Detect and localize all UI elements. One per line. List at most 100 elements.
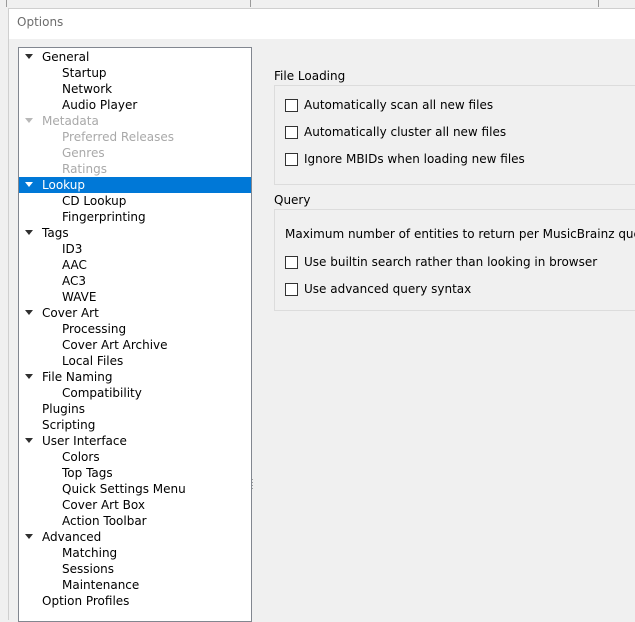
tree-item-ac3[interactable]: AC3 (19, 273, 251, 289)
tree-item-tags[interactable]: Tags (19, 225, 251, 241)
window-title: Options (17, 15, 64, 29)
expand-arrow-icon[interactable] (25, 230, 33, 235)
tree-item-label: Quick Settings Menu (62, 482, 186, 496)
tree-item-user-interface[interactable]: User Interface (19, 433, 251, 449)
edge-tick (250, 0, 251, 7)
title-bar: Options (9, 9, 635, 39)
tree-item-label: User Interface (42, 434, 127, 448)
advanced-syntax-label: Use advanced query syntax (304, 282, 472, 296)
tree-item-label: Lookup (42, 178, 85, 192)
tree-item-network[interactable]: Network (19, 81, 251, 97)
tree-item-label: Maintenance (62, 578, 140, 592)
tree-item-label: Option Profiles (42, 594, 130, 608)
expand-arrow-icon[interactable] (25, 534, 33, 539)
tree-item-label: Plugins (42, 402, 85, 416)
tree-item-fingerprinting[interactable]: Fingerprinting (19, 209, 251, 225)
background-window-edge (0, 0, 635, 8)
max-entities-label: Maximum number of entities to return per… (285, 227, 635, 241)
expand-arrow-icon[interactable] (25, 438, 33, 443)
tree-item-sessions[interactable]: Sessions (19, 561, 251, 577)
tree-item-metadata: Metadata (19, 113, 251, 129)
tree-item-label: Cover Art Box (62, 498, 145, 512)
tree-item-option-profiles[interactable]: Option Profiles (19, 593, 251, 609)
tree-item-audio-player[interactable]: Audio Player (19, 97, 251, 113)
tree-item-maintenance[interactable]: Maintenance (19, 577, 251, 593)
tree-item-label: General (42, 50, 90, 64)
tree-item-aac[interactable]: AAC (19, 257, 251, 273)
tree-item-label: Sessions (62, 562, 115, 576)
tree-item-cover-art[interactable]: Cover Art (19, 305, 251, 321)
tree-item-genres: Genres (19, 145, 251, 161)
tree-item-label: Advanced (42, 530, 102, 544)
tree-item-local-files[interactable]: Local Files (19, 353, 251, 369)
builtin-search-checkbox[interactable] (285, 256, 298, 269)
advanced-syntax-checkbox[interactable] (285, 283, 298, 296)
expand-arrow-icon[interactable] (25, 182, 33, 187)
tree-item-processing[interactable]: Processing (19, 321, 251, 337)
tree-item-lookup[interactable]: Lookup (19, 177, 251, 193)
tree-item-label: Top Tags (62, 466, 113, 480)
tree-item-label: ID3 (62, 242, 83, 256)
tree-item-label: Audio Player (62, 98, 138, 112)
tree-item-compatibility[interactable]: Compatibility (19, 385, 251, 401)
tree-item-quick-settings-menu[interactable]: Quick Settings Menu (19, 481, 251, 497)
tree-item-label: Preferred Releases (62, 130, 175, 144)
tree-item-label: AAC (62, 258, 87, 272)
tree-item-label: Tags (42, 226, 69, 240)
ignore-mbids-label: Ignore MBIDs when loading new files (304, 152, 525, 166)
query-group: Maximum number of entities to return per… (274, 209, 635, 311)
tree-item-label: WAVE (62, 290, 97, 304)
tree-item-id3[interactable]: ID3 (19, 241, 251, 257)
edge-tick (598, 0, 599, 7)
tree-item-ratings: Ratings (19, 161, 251, 177)
file-loading-group: Automatically scan all new files Automat… (274, 85, 635, 185)
tree-item-plugins[interactable]: Plugins (19, 401, 251, 417)
tree-item-label: Processing (62, 322, 127, 336)
auto-cluster-label: Automatically cluster all new files (304, 125, 507, 139)
options-tree[interactable]: General Startup Network Audio Player Metadat… (18, 47, 252, 622)
options-window: Options General Startup Network Audio Playe… (8, 8, 635, 622)
tree-item-wave[interactable]: WAVE (19, 289, 251, 305)
tree-item-top-tags[interactable]: Top Tags (19, 465, 251, 481)
expand-arrow-icon[interactable] (25, 310, 33, 315)
tree-item-general[interactable]: General (19, 49, 251, 65)
splitter-handle[interactable] (252, 479, 254, 491)
tree-item-label: Scripting (42, 418, 96, 432)
tree-item-action-toolbar[interactable]: Action Toolbar (19, 513, 251, 529)
auto-cluster-checkbox[interactable] (285, 126, 298, 139)
tree-item-label: Fingerprinting (62, 210, 146, 224)
tree-item-label: Genres (62, 146, 105, 160)
tree-item-colors[interactable]: Colors (19, 449, 251, 465)
tree-item-cd-lookup[interactable]: CD Lookup (19, 193, 251, 209)
tree-item-advanced[interactable]: Advanced (19, 529, 251, 545)
expand-arrow-icon[interactable] (25, 374, 33, 379)
tree-item-label: Action Toolbar (62, 514, 147, 528)
tree-item-preferred-releases: Preferred Releases (19, 129, 251, 145)
tree-item-label: Cover Art (42, 306, 99, 320)
tree-item-label: AC3 (62, 274, 87, 288)
builtin-search-label: Use builtin search rather than looking i… (304, 255, 598, 269)
tree-item-label: Metadata (42, 114, 99, 128)
auto-scan-label: Automatically scan all new files (304, 98, 494, 112)
tree-item-label: Compatibility (62, 386, 142, 400)
tree-item-label: CD Lookup (62, 194, 127, 208)
tree-item-label: Network (62, 82, 113, 96)
ignore-mbids-checkbox[interactable] (285, 153, 298, 166)
tree-item-label: File Naming (42, 370, 113, 384)
tree-item-label: Cover Art Archive (62, 338, 168, 352)
auto-scan-checkbox[interactable] (285, 99, 298, 112)
tree-item-scripting[interactable]: Scripting (19, 417, 251, 433)
file-loading-title: File Loading (274, 69, 346, 83)
tree-item-cover-art-box[interactable]: Cover Art Box (19, 497, 251, 513)
tree-item-startup[interactable]: Startup (19, 65, 251, 81)
edge-tick (6, 0, 7, 7)
tree-item-file-naming[interactable]: File Naming (19, 369, 251, 385)
tree-item-label: Startup (62, 66, 107, 80)
tree-item-cover-art-archive[interactable]: Cover Art Archive (19, 337, 251, 353)
tree-item-matching[interactable]: Matching (19, 545, 251, 561)
expand-arrow-icon[interactable] (25, 54, 33, 59)
tree-item-label: Ratings (62, 162, 107, 176)
query-title: Query (274, 193, 311, 207)
expand-arrow-icon[interactable] (25, 118, 33, 123)
tree-item-label: Colors (62, 450, 100, 464)
